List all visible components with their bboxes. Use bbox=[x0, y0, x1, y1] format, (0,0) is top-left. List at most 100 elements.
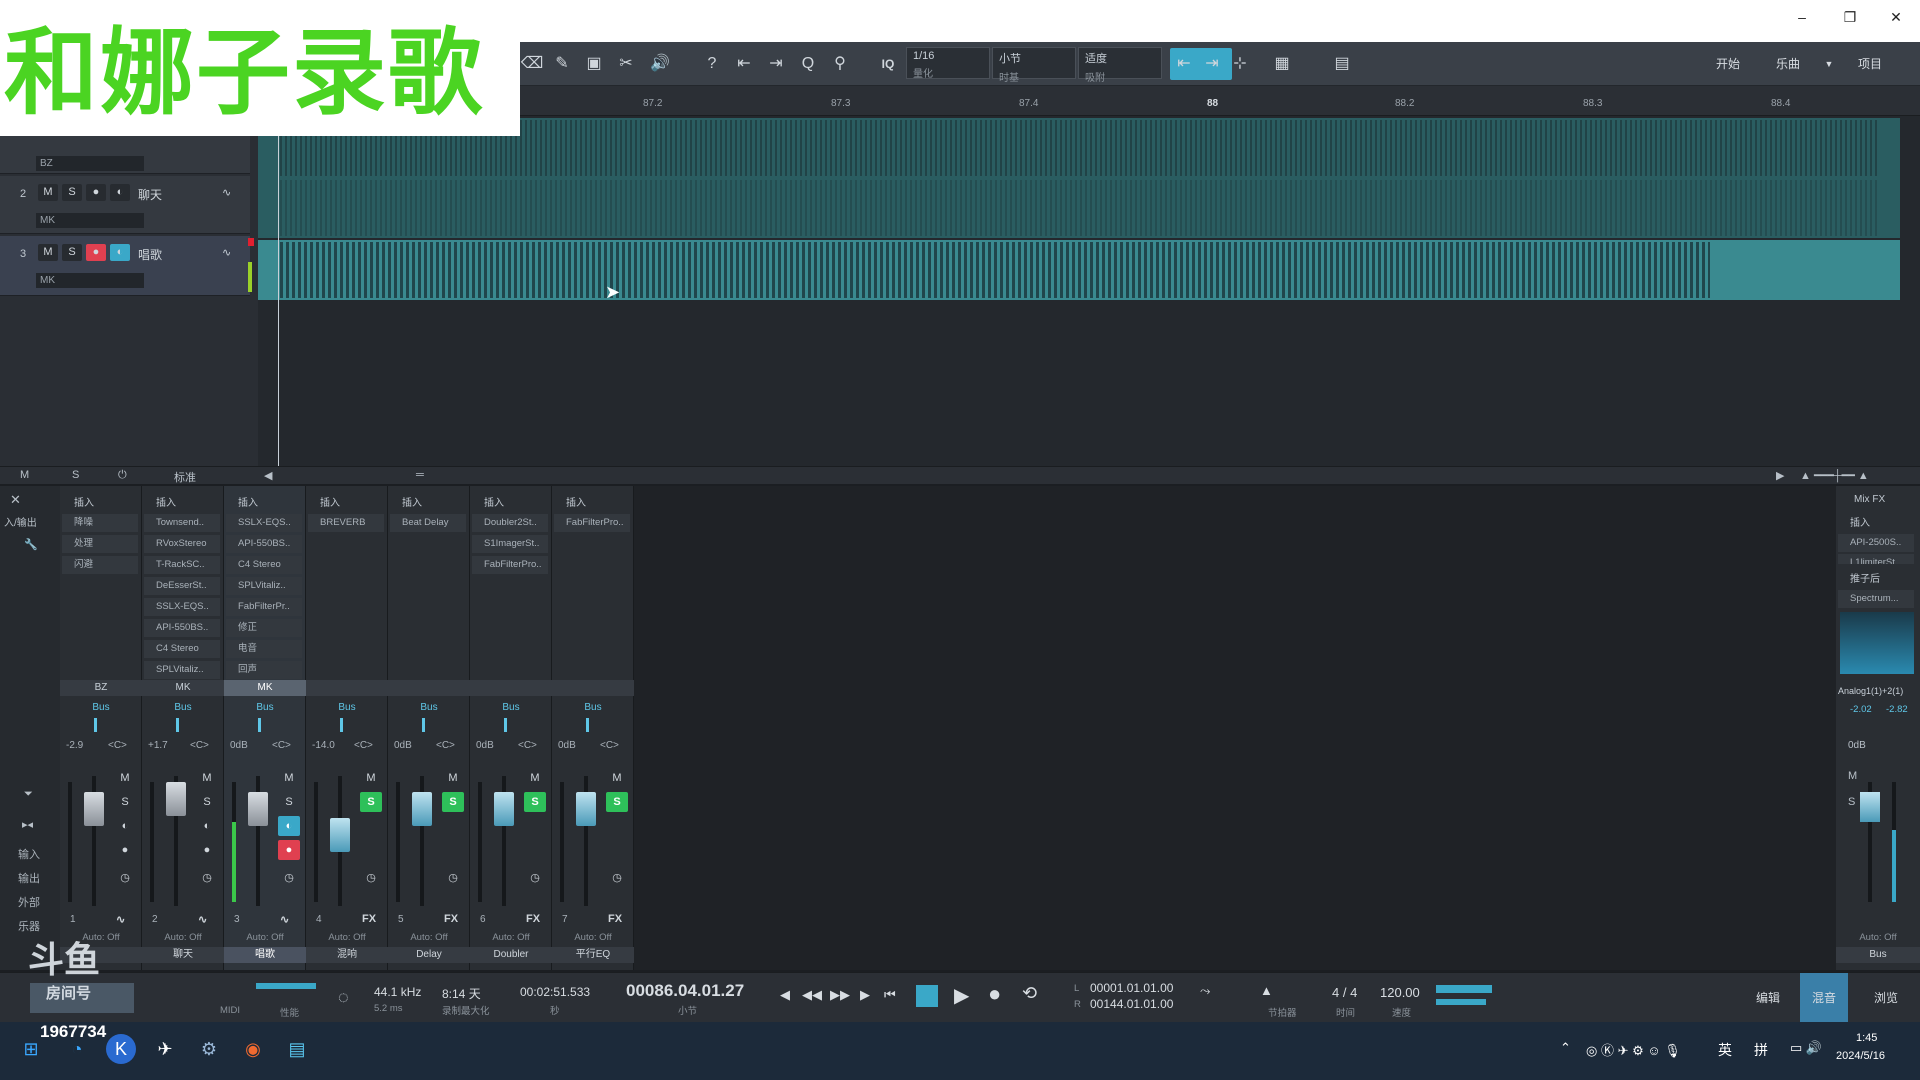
track-input-select[interactable]: MK bbox=[36, 273, 144, 288]
plugin-slot[interactable]: C4 Stereo bbox=[144, 640, 220, 658]
master-automation[interactable]: Auto: Off bbox=[1836, 932, 1920, 943]
spectrum-plugin-slot[interactable]: Spectrum... bbox=[1838, 590, 1914, 608]
loop-end[interactable]: 00144.01.01.00 bbox=[1090, 997, 1173, 1011]
channel-pan[interactable]: <C> bbox=[272, 740, 291, 751]
insert-header[interactable]: 插入 bbox=[306, 494, 388, 510]
speaker-icon[interactable]: 🔊 bbox=[648, 52, 672, 76]
plugin-slot[interactable]: S1ImagerSt.. bbox=[472, 535, 548, 553]
steam-icon[interactable]: ⚙ bbox=[194, 1034, 224, 1064]
waveform-icon[interactable]: ∿ bbox=[116, 913, 125, 926]
tool-icon[interactable]: ⚲ bbox=[828, 52, 852, 76]
channel-input-label[interactable]: BZ bbox=[60, 680, 142, 696]
stop-button[interactable] bbox=[916, 985, 938, 1007]
channel-pan[interactable]: <C> bbox=[354, 740, 373, 751]
power-icon[interactable]: ⏻ bbox=[118, 469, 127, 482]
channel-fader[interactable] bbox=[412, 792, 432, 826]
track-input-select[interactable]: BZ bbox=[36, 156, 144, 171]
record-arm-button[interactable]: ● bbox=[86, 184, 106, 201]
channel-fader[interactable] bbox=[576, 792, 596, 826]
help-icon[interactable]: ? bbox=[700, 52, 724, 76]
automation-mode[interactable]: Auto: Off bbox=[306, 932, 388, 943]
channel-pan[interactable]: <C> bbox=[190, 740, 209, 751]
channel-edit-icon[interactable]: ◷ bbox=[606, 868, 628, 888]
track-name[interactable]: 聊天 bbox=[138, 186, 162, 203]
channel-output-bus[interactable]: Bus bbox=[224, 702, 306, 713]
plugin-slot[interactable]: C4 Stereo bbox=[226, 556, 302, 574]
channel-volume[interactable]: 0dB bbox=[230, 740, 248, 751]
start-page-button[interactable]: 开始 bbox=[1700, 50, 1756, 78]
channel-pan[interactable]: <C> bbox=[600, 740, 619, 751]
stream-app-icon[interactable]: ◉ bbox=[238, 1034, 268, 1064]
channel-fader[interactable] bbox=[248, 792, 268, 826]
tray-chevron-icon[interactable]: ⌃ bbox=[1560, 1040, 1571, 1056]
global-mute-button[interactable]: M bbox=[20, 469, 29, 481]
network-volume-icon[interactable]: ▭ 🔊 bbox=[1790, 1040, 1822, 1056]
solo-button[interactable]: S bbox=[62, 184, 82, 201]
plugin-slot[interactable]: Beat Delay bbox=[390, 514, 466, 532]
prev-marker-icon[interactable]: ◀ bbox=[780, 987, 790, 1003]
track-row[interactable]: 2 M S ● ◐ 聊天 ∿ MK bbox=[0, 176, 250, 234]
ime-lang-indicator[interactable]: 英 bbox=[1718, 1040, 1732, 1060]
plugin-slot[interactable]: SPLVitaliz.. bbox=[226, 577, 302, 595]
mute-button[interactable]: M bbox=[38, 244, 58, 261]
channel-input-label[interactable]: MK bbox=[224, 680, 306, 696]
insert-header[interactable]: 插入 bbox=[470, 494, 552, 510]
mute-button[interactable]: M bbox=[360, 768, 382, 788]
mute-button[interactable]: M bbox=[442, 768, 464, 788]
channel-output-bus[interactable]: Bus bbox=[142, 702, 224, 713]
automation-mode[interactable]: Auto: Off bbox=[142, 932, 224, 943]
narrow-icon[interactable]: ▸◂ bbox=[22, 818, 33, 831]
insert-header[interactable]: 插入 bbox=[552, 494, 634, 510]
channel-edit-icon[interactable]: ◷ bbox=[114, 868, 136, 888]
automation-mode[interactable]: Auto: Off bbox=[388, 932, 470, 943]
maximize-button[interactable]: ❐ bbox=[1830, 6, 1870, 28]
play-button[interactable]: ▶ bbox=[954, 983, 969, 1008]
master-plugin-slot[interactable]: L1limiterSt.. bbox=[1838, 554, 1914, 564]
scroll-right-icon[interactable]: ▶ bbox=[1776, 469, 1784, 482]
plugin-slot[interactable]: FabFilterPro.. bbox=[554, 514, 630, 532]
channel-pan[interactable]: <C> bbox=[518, 740, 537, 751]
video-icon[interactable]: ▤ bbox=[1330, 52, 1354, 76]
cursor-follow-icon[interactable]: ⊹ bbox=[1228, 52, 1252, 76]
plugin-slot[interactable]: FabFilterPr.. bbox=[226, 598, 302, 616]
collapse-icon[interactable]: ⏷ bbox=[24, 788, 33, 801]
range-icon[interactable]: ▣ bbox=[582, 52, 606, 76]
record-arm-button[interactable]: ● bbox=[278, 840, 300, 860]
monitor-button[interactable]: ◐ bbox=[110, 184, 130, 201]
plugin-slot[interactable]: 处理 bbox=[62, 535, 138, 553]
snap-dropdown[interactable]: 适度 吸附 bbox=[1078, 47, 1162, 84]
master-insert-header[interactable]: 插入 bbox=[1836, 514, 1918, 530]
channel-volume[interactable]: -2.9 bbox=[66, 740, 83, 751]
minimize-button[interactable]: – bbox=[1782, 6, 1822, 28]
channel-fader[interactable] bbox=[84, 792, 104, 826]
scrollbar-thumb[interactable]: ═ bbox=[416, 469, 424, 481]
channel-name[interactable]: Delay bbox=[388, 947, 470, 963]
plugin-slot[interactable]: T-RackSC.. bbox=[144, 556, 220, 574]
fast-forward-icon[interactable]: ▶▶ bbox=[830, 987, 850, 1003]
return-to-zero-icon[interactable]: ⏮ bbox=[884, 987, 896, 1003]
nav-external[interactable]: 外部 bbox=[18, 894, 40, 910]
channel-input-label[interactable] bbox=[388, 680, 470, 696]
plugin-slot[interactable]: SSLX-EQS.. bbox=[144, 598, 220, 616]
eraser-icon[interactable]: ⌫ bbox=[520, 52, 544, 76]
ime-mode-indicator[interactable]: 拼 bbox=[1754, 1040, 1768, 1060]
clock-date[interactable]: 2024/5/16 bbox=[1836, 1050, 1885, 1062]
time-seconds[interactable]: 00:02:51.533 bbox=[520, 985, 590, 999]
inout-toggle[interactable]: 入/输出 bbox=[4, 514, 37, 529]
wrench-icon[interactable]: 🔧 bbox=[24, 538, 38, 551]
channel-name[interactable]: 聊天 bbox=[142, 947, 224, 963]
plugin-slot[interactable]: SSLX-EQS.. bbox=[226, 514, 302, 532]
project-button[interactable]: 项目 bbox=[1840, 50, 1900, 78]
plugin-slot[interactable]: API-550BS.. bbox=[226, 535, 302, 553]
channel-fader[interactable] bbox=[166, 782, 186, 816]
waveform-icon[interactable]: ∿ bbox=[280, 913, 289, 926]
solo-button[interactable]: S bbox=[62, 244, 82, 261]
mute-button[interactable]: M bbox=[38, 184, 58, 201]
close-button[interactable]: ✕ bbox=[1876, 6, 1916, 28]
channel-output-bus[interactable]: Bus bbox=[306, 702, 388, 713]
zoom-slider[interactable]: ▲ ━━━┼━━ ▲ bbox=[1800, 469, 1869, 482]
split-icon[interactable]: ✂ bbox=[614, 52, 638, 76]
plugin-slot[interactable]: 电音 bbox=[226, 640, 302, 658]
nav-instrument[interactable]: 乐器 bbox=[18, 918, 40, 934]
loop-button[interactable]: ⟲ bbox=[1022, 983, 1037, 1004]
